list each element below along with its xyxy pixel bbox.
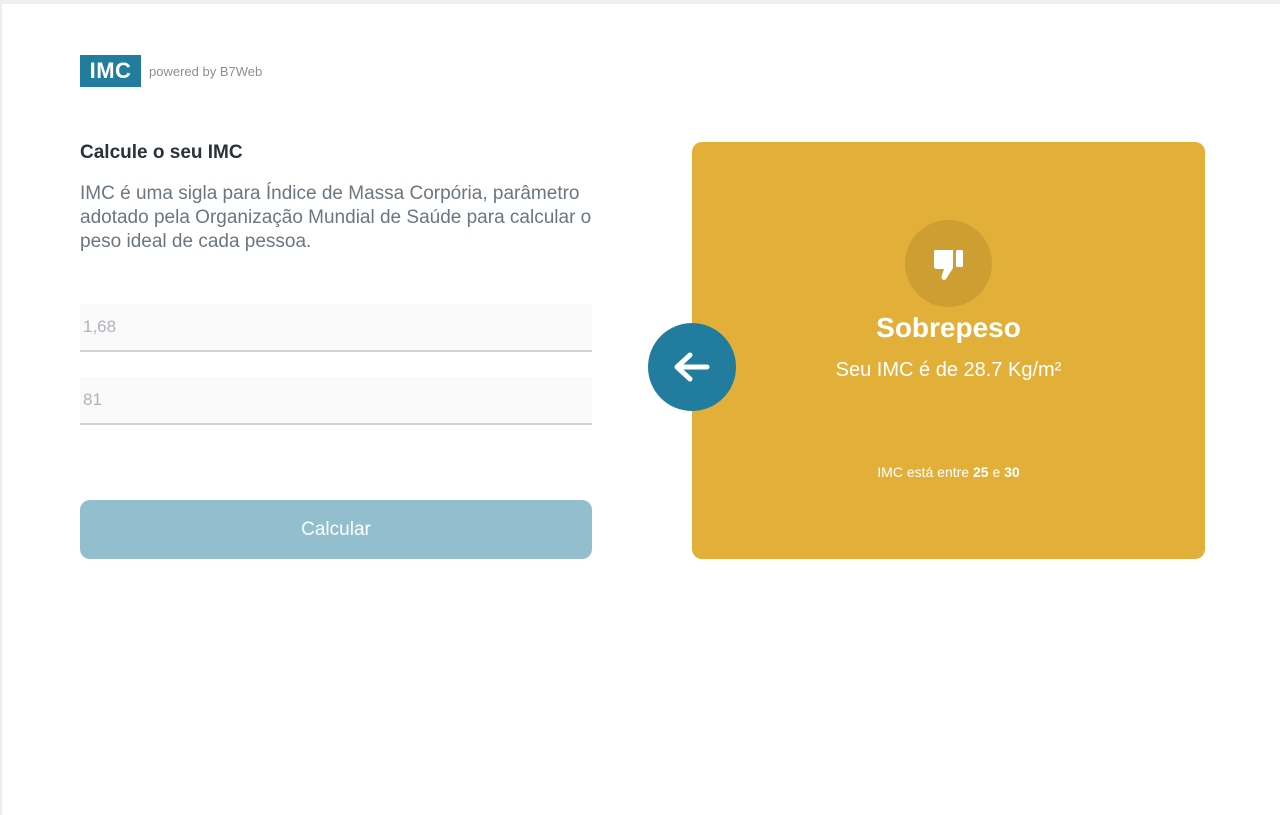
range-prefix: IMC está entre — [877, 464, 970, 480]
left-border — [0, 4, 2, 815]
page-description: IMC é uma sigla para Índice de Massa Cor… — [80, 183, 592, 252]
back-button[interactable] — [648, 323, 736, 411]
range-min: 25 — [972, 464, 989, 480]
result-range: IMC está entre 25 e 30 — [692, 464, 1205, 480]
thumbs-down-icon — [905, 220, 992, 307]
logo: IMC powered by B7Web — [80, 55, 262, 87]
height-input[interactable]: 1,68 — [80, 304, 592, 352]
result-value: Seu IMC é de 28.7 Kg/m² — [835, 359, 1062, 381]
result-card: Sobrepeso Seu IMC é de 28.7 Kg/m² IMC es… — [692, 142, 1205, 559]
range-joiner: e — [992, 464, 1001, 480]
arrow-left-icon — [674, 352, 710, 382]
page-title: Calcule o seu IMC — [80, 142, 243, 163]
range-max: 30 — [1004, 464, 1020, 480]
top-border — [0, 0, 1280, 4]
weight-input-placeholder: 81 — [83, 390, 102, 409]
powered-by-text: powered by B7Web — [149, 63, 263, 79]
weight-input[interactable]: 81 — [80, 377, 592, 425]
result-title: Sobrepeso — [876, 312, 1021, 343]
calculate-button[interactable]: Calcular — [80, 500, 592, 559]
height-input-placeholder: 1,68 — [83, 317, 117, 336]
logo-mark: IMC — [80, 55, 141, 87]
